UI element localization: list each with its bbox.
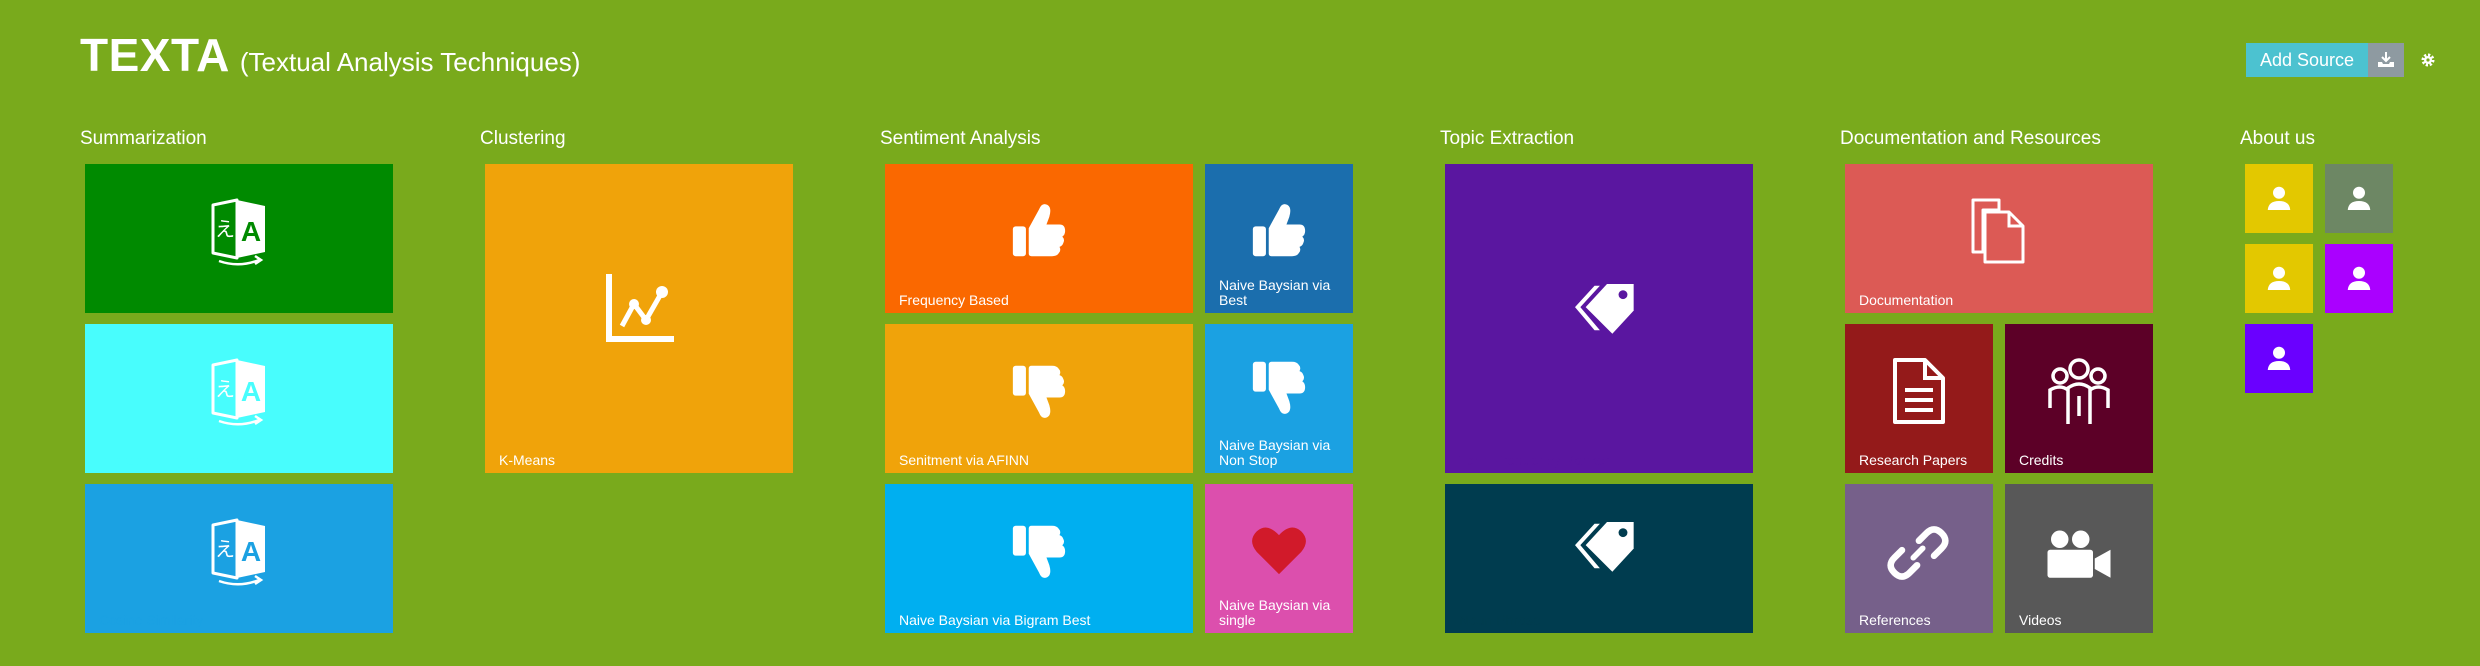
group-title: About us xyxy=(2240,128,2315,149)
group-title: Clustering xyxy=(480,128,566,149)
document-icon xyxy=(1891,356,1947,426)
tile-label: Naive Baysian via Bigram Best xyxy=(899,612,1091,628)
group-topic-extraction: Topic Extraction Term Frequency Ranker N… xyxy=(1440,128,1760,633)
add-source-button[interactable]: Add Source xyxy=(2246,43,2368,77)
user-icon xyxy=(2344,263,2374,293)
settings-button[interactable] xyxy=(2418,50,2438,70)
tile-label: Cosine Similarity xyxy=(99,612,204,628)
group-title: Topic Extraction xyxy=(1440,128,1575,149)
tile-label: Documentation xyxy=(1859,292,1954,308)
user-icon xyxy=(2264,343,2294,373)
group-sentiment-analysis: Sentiment Analysis Frequency Based Naive… xyxy=(880,128,1360,633)
link-icon xyxy=(1885,520,1951,586)
heart-icon xyxy=(1251,524,1307,576)
thumbs-down-icon xyxy=(1251,358,1307,416)
tile-label: Term Frequency Ranker xyxy=(1459,452,1610,468)
tile-intersection-bottom-up[interactable]: Intersection (Bottom-Up) xyxy=(85,164,393,313)
tile-label: Frequency Based xyxy=(899,292,1009,308)
app-brand: TEXTA xyxy=(80,29,230,81)
tile-cosine-similarity[interactable]: Cosine Similarity xyxy=(85,484,393,633)
tile-frequency-based[interactable]: Frequency Based xyxy=(885,164,1193,313)
app-subtitle: (Textual Analysis Techniques) xyxy=(239,47,581,77)
group-documentation-resources: Documentation and Resources Documentatio… xyxy=(1840,128,2160,633)
tile-team-member[interactable] xyxy=(2245,164,2313,233)
tile-label: Intersection (Bottom-Up) xyxy=(99,292,252,308)
group-clustering: Clustering K-Means xyxy=(480,128,800,630)
tile-label: Naive Baysian via Non Stop xyxy=(1219,437,1331,468)
thumbs-up-icon xyxy=(1011,202,1067,260)
tile-label: Senitment via AFINN xyxy=(899,452,1029,468)
tile-label: Naive Baysian via Best xyxy=(1219,277,1331,308)
thumbs-down-icon xyxy=(1011,522,1067,580)
download-button[interactable] xyxy=(2368,43,2404,77)
thumbs-up-icon xyxy=(1251,202,1307,260)
gear-icon xyxy=(2421,53,2435,67)
tags-icon xyxy=(1559,276,1639,340)
thumbs-down-icon xyxy=(1011,362,1067,420)
tile-team-member[interactable] xyxy=(2245,324,2313,393)
tile-label: Noun Phrase xyxy=(1459,612,1541,628)
tile-naive-baysian-best[interactable]: Naive Baysian via Best xyxy=(1205,164,1353,313)
tile-label: Credits xyxy=(2019,452,2064,468)
tile-sentiment-afinn[interactable]: Senitment via AFINN xyxy=(885,324,1193,473)
tile-label: Intersection (Top-Down) xyxy=(99,452,248,468)
user-icon xyxy=(2264,183,2294,213)
people-icon xyxy=(2044,356,2114,426)
tile-credits[interactable]: Credits xyxy=(2005,324,2153,473)
tile-label: Naive Baysian via single xyxy=(1219,597,1331,628)
files-icon xyxy=(1969,196,2029,266)
tile-videos[interactable]: Videos xyxy=(2005,484,2153,633)
group-summarization: Summarization Intersection (Bottom-Up) I… xyxy=(80,128,400,633)
tile-team-member[interactable] xyxy=(2325,244,2393,313)
group-about-us: About us xyxy=(2240,128,2400,400)
tile-noun-phrase[interactable]: Noun Phrase xyxy=(1445,484,1753,633)
tile-naive-baysian-single[interactable]: Naive Baysian via single xyxy=(1205,484,1353,633)
tile-intersection-top-down[interactable]: Intersection (Top-Down) xyxy=(85,324,393,473)
tile-team-member[interactable] xyxy=(2325,164,2393,233)
download-icon xyxy=(2378,52,2394,67)
tile-naive-baysian-bigram-best[interactable]: Naive Baysian via Bigram Best xyxy=(885,484,1193,633)
tile-team-member[interactable] xyxy=(2245,244,2313,313)
tile-label: References xyxy=(1859,612,1931,628)
group-title: Documentation and Resources xyxy=(1840,128,2101,149)
user-icon xyxy=(2264,263,2294,293)
user-icon xyxy=(2344,183,2374,213)
translate-icon xyxy=(209,356,269,426)
app-header: TEXTA (Textual Analysis Techniques) xyxy=(80,28,580,82)
tile-k-means[interactable]: K-Means xyxy=(485,164,793,473)
tile-label: Research Papers xyxy=(1859,452,1968,468)
tile-references[interactable]: References xyxy=(1845,484,1993,633)
group-title: Sentiment Analysis xyxy=(880,128,1041,149)
group-title: Summarization xyxy=(80,128,207,149)
tile-documentation[interactable]: Documentation xyxy=(1845,164,2153,313)
tags-icon xyxy=(1559,514,1639,578)
tile-label: K-Means xyxy=(499,452,556,468)
translate-icon xyxy=(209,516,269,586)
tile-label: Videos xyxy=(2019,612,2062,628)
tile-research-papers[interactable]: Research Papers xyxy=(1845,324,1993,473)
translate-icon xyxy=(209,196,269,266)
toolbar: Add Source xyxy=(2246,43,2438,77)
tile-naive-baysian-non-stop[interactable]: Naive Baysian via Non Stop xyxy=(1205,324,1353,473)
video-camera-icon xyxy=(2044,528,2114,582)
line-chart-icon xyxy=(604,274,674,344)
tile-term-frequency-ranker[interactable]: Term Frequency Ranker xyxy=(1445,164,1753,473)
